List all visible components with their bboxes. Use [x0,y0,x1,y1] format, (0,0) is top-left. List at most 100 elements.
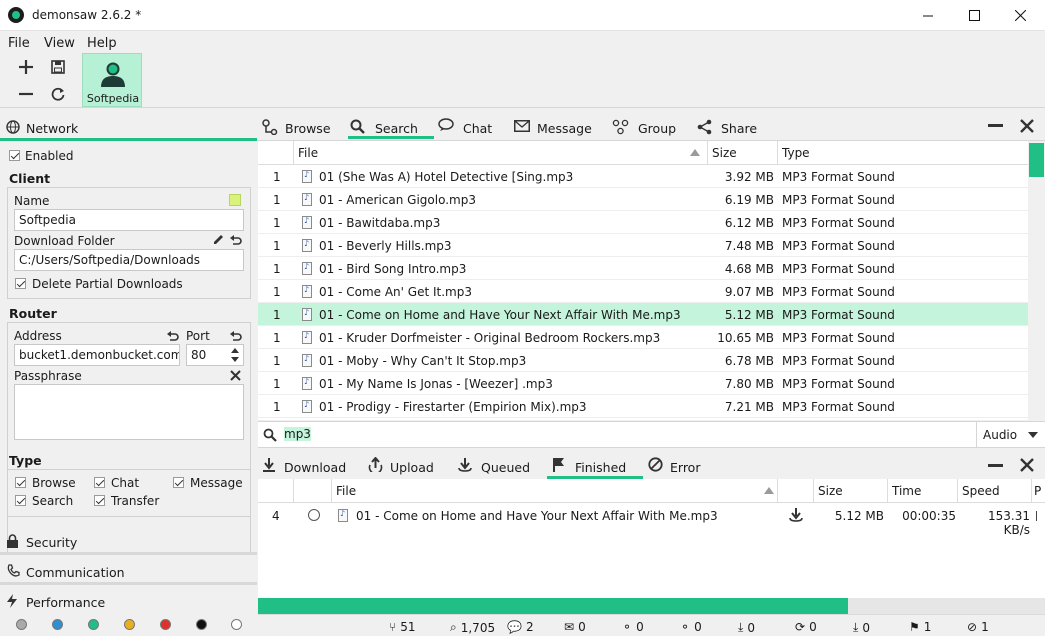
communication-header[interactable]: Communication [0,557,257,585]
router-heading: Router [9,306,57,321]
audio-file-icon [302,285,312,298]
filter-select[interactable]: Audio [976,422,1045,447]
tcol-status[interactable] [294,479,332,503]
result-row[interactable]: 1 01 - Moby - Why Can't It Stop.mp3 6.78 M… [258,349,1028,372]
results-scrollbar[interactable] [1028,141,1045,420]
results-scrollbar-thumb[interactable] [1029,143,1044,177]
theme-color-swatch[interactable] [160,619,171,630]
tab-upload[interactable]: Upload [366,452,444,478]
tab-group-label: Group [638,121,677,136]
result-row[interactable]: 1 01 - Beverly Hills.mp3 7.48 MB MP3 Format… [258,234,1028,257]
type-browse-checkbox[interactable] [15,477,26,488]
profile-tile[interactable]: Softpedia [82,53,142,107]
save-button[interactable] [47,56,69,78]
theme-color-swatch[interactable] [231,619,242,630]
col-type[interactable]: Type [778,141,1028,165]
menu-help[interactable]: Help [87,36,117,51]
close-transfer-pane-icon[interactable] [1020,458,1034,472]
search-input[interactable]: mp3 [282,425,974,445]
col-count[interactable] [258,141,294,165]
type-chat-checkbox[interactable] [94,477,105,488]
tab-browse[interactable]: Browse [258,112,336,138]
theme-color-swatch[interactable] [196,619,207,630]
close-button[interactable] [997,0,1043,31]
tab-message[interactable]: Message [514,112,604,138]
delete-partial-checkbox[interactable] [15,278,26,289]
result-size: 7.80 MB [724,377,774,391]
tcol-count[interactable] [258,479,294,503]
result-file: 01 - My Name Is Jonas - [Weezer] .mp3 [319,377,553,391]
status-value: 1 [981,620,989,634]
tab-share[interactable]: Share [697,112,767,138]
tab-queued[interactable]: Queued [458,452,534,478]
result-row[interactable]: 1 01 - American Gigolo.mp3 6.19 MB MP3 Form… [258,188,1028,211]
remove-button[interactable] [15,83,37,105]
address-undo-icon[interactable] [166,330,179,342]
tcol-progress[interactable]: P [1032,479,1045,503]
tcol-file[interactable]: File [332,479,778,503]
passphrase-input[interactable] [14,384,244,440]
port-undo-icon[interactable] [229,330,242,342]
network-header[interactable]: Network [0,113,257,141]
maximize-button[interactable] [951,0,997,31]
port-stepper[interactable] [230,347,240,363]
theme-color-swatch[interactable] [52,619,63,630]
minimize-pane-icon[interactable] [988,124,1004,128]
result-row[interactable]: 1 01 - Bawitdaba.mp3 6.12 MB MP3 Format Sou… [258,211,1028,234]
type-transfer-checkbox[interactable] [94,495,105,506]
enabled-checkbox[interactable] [9,150,20,161]
minimize-button[interactable] [905,0,951,31]
download-folder-input[interactable]: C:/Users/Softpedia/Downloads [14,249,244,271]
tcol-size[interactable]: Size [814,479,888,503]
tab-finished[interactable]: Finished [547,452,643,479]
tab-download[interactable]: Download [260,452,350,478]
result-row[interactable]: 1 01 (She Was A) Hotel Detective [Sing.mp… [258,165,1028,188]
result-row[interactable]: 1 01 - Kruder Dorfmeister - Original Bedr… [258,326,1028,349]
type-message-checkbox[interactable] [173,477,184,488]
refresh-button[interactable] [47,83,69,105]
result-size: 7.21 MB [724,400,774,414]
type-chat-label: Chat [111,476,140,490]
type-search-checkbox[interactable] [15,495,26,506]
add-button[interactable] [15,56,37,78]
tcol-progress-label: P [1034,484,1042,498]
transfer-size: 5.12 MB [834,509,884,523]
name-input[interactable]: Softpedia [14,209,244,231]
name-label: Name [14,194,50,208]
col-file[interactable]: File [294,141,708,165]
overall-progress-fill [258,598,849,614]
theme-color-swatch[interactable] [88,619,99,630]
menu-file[interactable]: File [8,36,30,51]
theme-color-swatch[interactable] [124,619,135,630]
clear-icon[interactable] [230,370,241,381]
result-row[interactable]: 1 01 - My Name Is Jonas - [Weezer] .mp3 7.… [258,372,1028,395]
name-color-swatch[interactable] [229,194,241,206]
security-header[interactable]: Security [0,527,257,555]
transfer-row[interactable]: 4 01 - Come on Home and Have Your Next A… [258,503,1045,537]
undo-icon[interactable] [229,234,242,246]
menu-view[interactable]: View [44,36,75,51]
close-pane-icon[interactable] [1020,119,1034,133]
result-row[interactable]: 1 01 - Come An' Get It.mp3 9.07 MB MP3 Form… [258,280,1028,303]
theme-color-swatch[interactable] [16,619,27,630]
result-row[interactable]: 1 01 - Prodigy - Firestarter (Empirion Mi… [258,395,1028,418]
address-input[interactable]: bucket1.demonbucket.com [14,344,180,366]
tcol-time[interactable]: Time [888,479,958,503]
tcol-speed[interactable]: Speed [958,479,1032,503]
queued-stat-icon: ⤓ [853,620,859,634]
tab-download-label: Download [284,460,347,475]
result-row[interactable]: 1 01 - Bird Song Intro.mp3 4.68 MB MP3 Form… [258,257,1028,280]
tab-chat[interactable]: Chat [438,112,504,138]
tcol-action[interactable] [778,479,814,503]
tab-search[interactable]: Search [348,112,434,139]
tab-group[interactable]: Group [612,112,688,138]
download-action-icon[interactable] [789,508,803,522]
result-row[interactable]: 1 01 - Come on Home and Have Your Next Af… [258,303,1028,326]
result-file: 01 - Bawitdaba.mp3 [319,216,441,230]
col-size[interactable]: Size [708,141,778,165]
status-item: ⊘ 1 [967,620,989,634]
edit-icon[interactable] [212,234,225,246]
tab-error[interactable]: Error [647,452,713,478]
minimize-transfer-pane-icon[interactable] [988,464,1004,468]
performance-header[interactable]: Performance [0,587,257,615]
